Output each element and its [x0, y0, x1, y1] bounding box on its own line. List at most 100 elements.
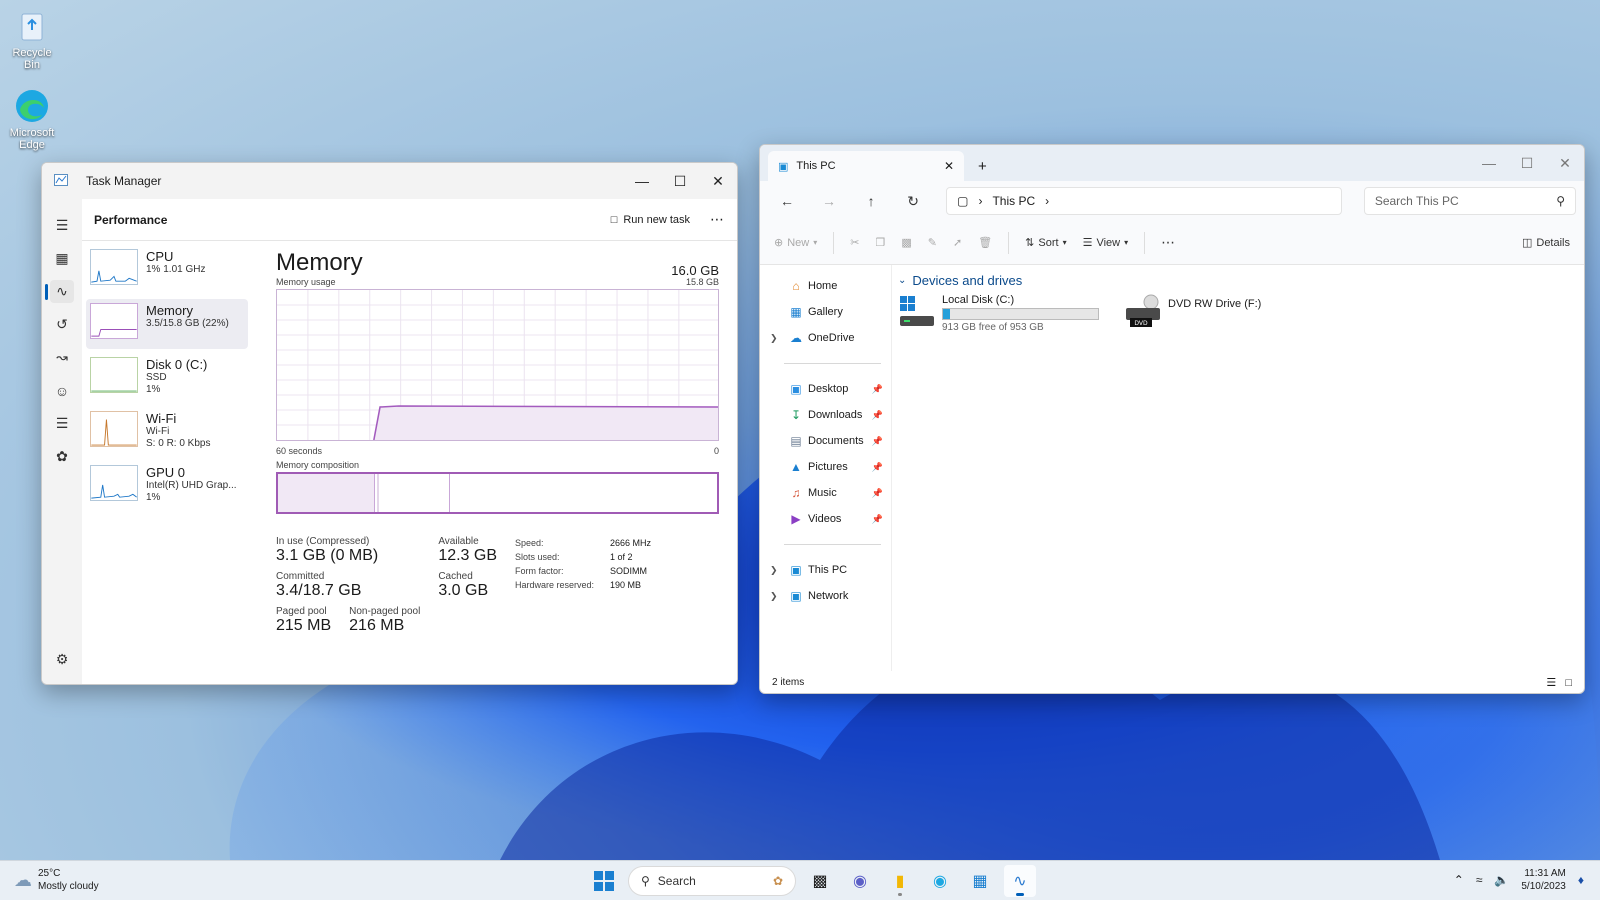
composition-modified [376, 474, 379, 512]
sidebar-item-network[interactable]: ❯ ▣ Network [760, 583, 891, 609]
run-new-task-button[interactable]: □ Run new task [611, 214, 690, 226]
back-arrow-icon[interactable]: ← [768, 193, 806, 209]
perf-item-cpu[interactable]: CPU 1% 1.01 GHz [86, 245, 248, 295]
up-arrow-icon[interactable]: ↑ [852, 193, 890, 209]
sidebar-item-this-pc[interactable]: ❯ ▣ This PC [760, 557, 891, 583]
services-icon[interactable]: ✿ [42, 440, 82, 473]
processes-icon[interactable]: ▦ [42, 242, 82, 275]
cpu-mini-graph [90, 249, 138, 285]
perf-item-disk[interactable]: Disk 0 (C:) SSD 1% [86, 353, 248, 403]
drive-usage-bar [942, 308, 1099, 320]
task-manager-app-icon [54, 173, 68, 189]
details-pane-button[interactable]: ◫ Details [1522, 236, 1570, 250]
wifi-icon[interactable]: ≈ [1476, 873, 1483, 887]
close-button[interactable]: ✕ [1546, 145, 1584, 181]
pin-icon: 📌 [871, 409, 883, 420]
more-options-icon[interactable]: ⋯ [1161, 234, 1175, 251]
more-options-icon[interactable]: ⋯ [710, 211, 725, 228]
memory-composition-bar [276, 472, 719, 514]
copy-icon[interactable]: ❐ [875, 236, 885, 249]
sidebar-item-music[interactable]: ♫ Music 📌 [760, 480, 891, 506]
tab-close-icon[interactable]: ✕ [944, 159, 954, 173]
download-icon: ↧ [790, 408, 802, 422]
chevron-right-icon[interactable]: ❯ [770, 333, 778, 344]
perf-item-wifi[interactable]: Wi-Fi Wi-Fi S: 0 R: 0 Kbps [86, 407, 248, 457]
app-history-icon[interactable]: ↺ [42, 308, 82, 341]
hamburger-menu-icon[interactable]: ☰ [42, 209, 82, 242]
gpu-mini-graph [90, 465, 138, 501]
weather-widget[interactable]: ☁ 25°C Mostly cloudy [14, 867, 99, 893]
sidebar-item-downloads[interactable]: ↧ Downloads 📌 [760, 402, 891, 428]
maximize-button[interactable]: ☐ [661, 163, 699, 199]
sidebar-item-documents[interactable]: ▤ Documents 📌 [760, 428, 891, 454]
volume-icon[interactable]: 🔈 [1494, 873, 1509, 887]
chevron-right-icon[interactable]: ❯ [770, 591, 778, 602]
sidebar-item-desktop[interactable]: ▣ Desktop 📌 [760, 376, 891, 402]
maximize-button[interactable]: ☐ [1508, 145, 1546, 181]
drive-local-disk-c[interactable]: Local Disk (C:) 913 GB free of 953 GB [898, 294, 1108, 333]
details-view-icon[interactable]: ☰ [1546, 677, 1556, 689]
clock[interactable]: 11:31 AM 5/10/2023 [1521, 867, 1566, 893]
task-manager-taskbar-icon[interactable]: ∿ [1004, 865, 1036, 897]
file-explorer-taskbar-icon[interactable]: ▮ [884, 865, 916, 897]
close-button[interactable]: ✕ [699, 163, 737, 199]
recycle-bin-icon [14, 8, 50, 44]
search-input[interactable]: Search This PC ⚲ [1363, 187, 1576, 215]
sidebar-item-pictures[interactable]: ▲ Pictures 📌 [760, 454, 891, 480]
chevron-down-icon: ▾ [1124, 238, 1129, 247]
teams-chat-icon[interactable]: ◉ [844, 865, 876, 897]
minimize-button[interactable]: — [1470, 145, 1508, 181]
desktop-icon-label: Recycle Bin [12, 47, 52, 71]
task-view-icon[interactable]: ▩ [804, 865, 836, 897]
settings-gear-icon[interactable]: ⚙ [42, 643, 82, 676]
store-icon[interactable]: ▦ [964, 865, 996, 897]
chevron-right-icon[interactable]: › [1045, 194, 1049, 208]
share-icon[interactable]: ➚ [953, 236, 962, 249]
explorer-titlebar[interactable]: ▣ This PC ✕ + — ☐ ✕ [760, 145, 1584, 181]
new-tab-button[interactable]: + [978, 151, 987, 181]
gallery-icon: ▦ [790, 305, 802, 319]
notification-bell-icon[interactable]: ♦ [1578, 873, 1584, 887]
perf-item-memory[interactable]: Memory 3.5/15.8 GB (22%) [86, 299, 248, 349]
breadcrumb[interactable]: This PC [992, 194, 1035, 208]
sidebar-item-videos[interactable]: ▶ Videos 📌 [760, 506, 891, 532]
taskbar-search[interactable]: ⚲ Search ✿ [628, 866, 796, 896]
minimize-button[interactable]: — [623, 163, 661, 199]
sidebar-item-onedrive[interactable]: ❯ ☁ OneDrive [760, 325, 891, 351]
startup-apps-icon[interactable]: ↝ [42, 341, 82, 374]
sidebar-item-home[interactable]: ⌂ Home [760, 273, 891, 299]
devices-group-header[interactable]: ⌄ Devices and drives [898, 273, 1578, 288]
pin-icon: 📌 [871, 487, 883, 498]
performance-icon[interactable]: ∿ [42, 275, 82, 308]
start-button[interactable] [588, 865, 620, 897]
task-manager-titlebar[interactable]: Task Manager — ☐ ✕ [42, 163, 737, 199]
chevron-down-icon: ▾ [1062, 238, 1067, 247]
desktop-icon-edge[interactable]: Microsoft Edge [4, 88, 60, 151]
cut-icon[interactable]: ✂ [850, 236, 859, 249]
delete-icon[interactable]: 🗑 [978, 236, 992, 249]
chevron-up-icon[interactable]: ⌃ [1454, 873, 1464, 887]
forward-arrow-icon[interactable]: → [810, 193, 848, 209]
view-button[interactable]: ☰ View ▾ [1083, 236, 1129, 250]
chevron-right-icon[interactable]: ❯ [770, 565, 778, 576]
refresh-icon[interactable]: ↻ [894, 193, 932, 210]
divider [1008, 231, 1010, 254]
drive-dvd-rw-f[interactable]: DVD DVD RW Drive (F:) [1124, 294, 1334, 333]
desktop-icon-recycle-bin[interactable]: Recycle Bin [4, 8, 60, 71]
users-icon[interactable]: ☺ [42, 374, 82, 407]
sidebar-item-gallery[interactable]: ▦ Gallery [760, 299, 891, 325]
sort-button[interactable]: ⇅ Sort ▾ [1025, 236, 1067, 250]
edge-taskbar-icon[interactable]: ◉ [924, 865, 956, 897]
address-bar[interactable]: ▢ › This PC › [946, 187, 1342, 215]
hard-drive-icon [900, 296, 934, 326]
new-button[interactable]: ⊕ New ▾ [774, 236, 817, 250]
tiles-view-icon[interactable]: □ [1565, 677, 1572, 689]
tab-this-pc[interactable]: ▣ This PC ✕ [768, 151, 964, 181]
rename-icon[interactable]: ✎ [928, 236, 937, 249]
perf-item-gpu[interactable]: GPU 0 Intel(R) UHD Grap... 1% [86, 461, 248, 511]
drive-usage-fill [943, 309, 950, 319]
paste-icon[interactable]: ▩ [901, 236, 911, 249]
details-list-icon[interactable]: ☰ [42, 407, 82, 440]
system-tray: ⌃ ≈ 🔈 11:31 AM 5/10/2023 ♦ [1454, 867, 1584, 893]
taskbar: ☁ 25°C Mostly cloudy ⚲ Search ✿ ▩ ◉ ▮ ◉ … [0, 860, 1600, 900]
